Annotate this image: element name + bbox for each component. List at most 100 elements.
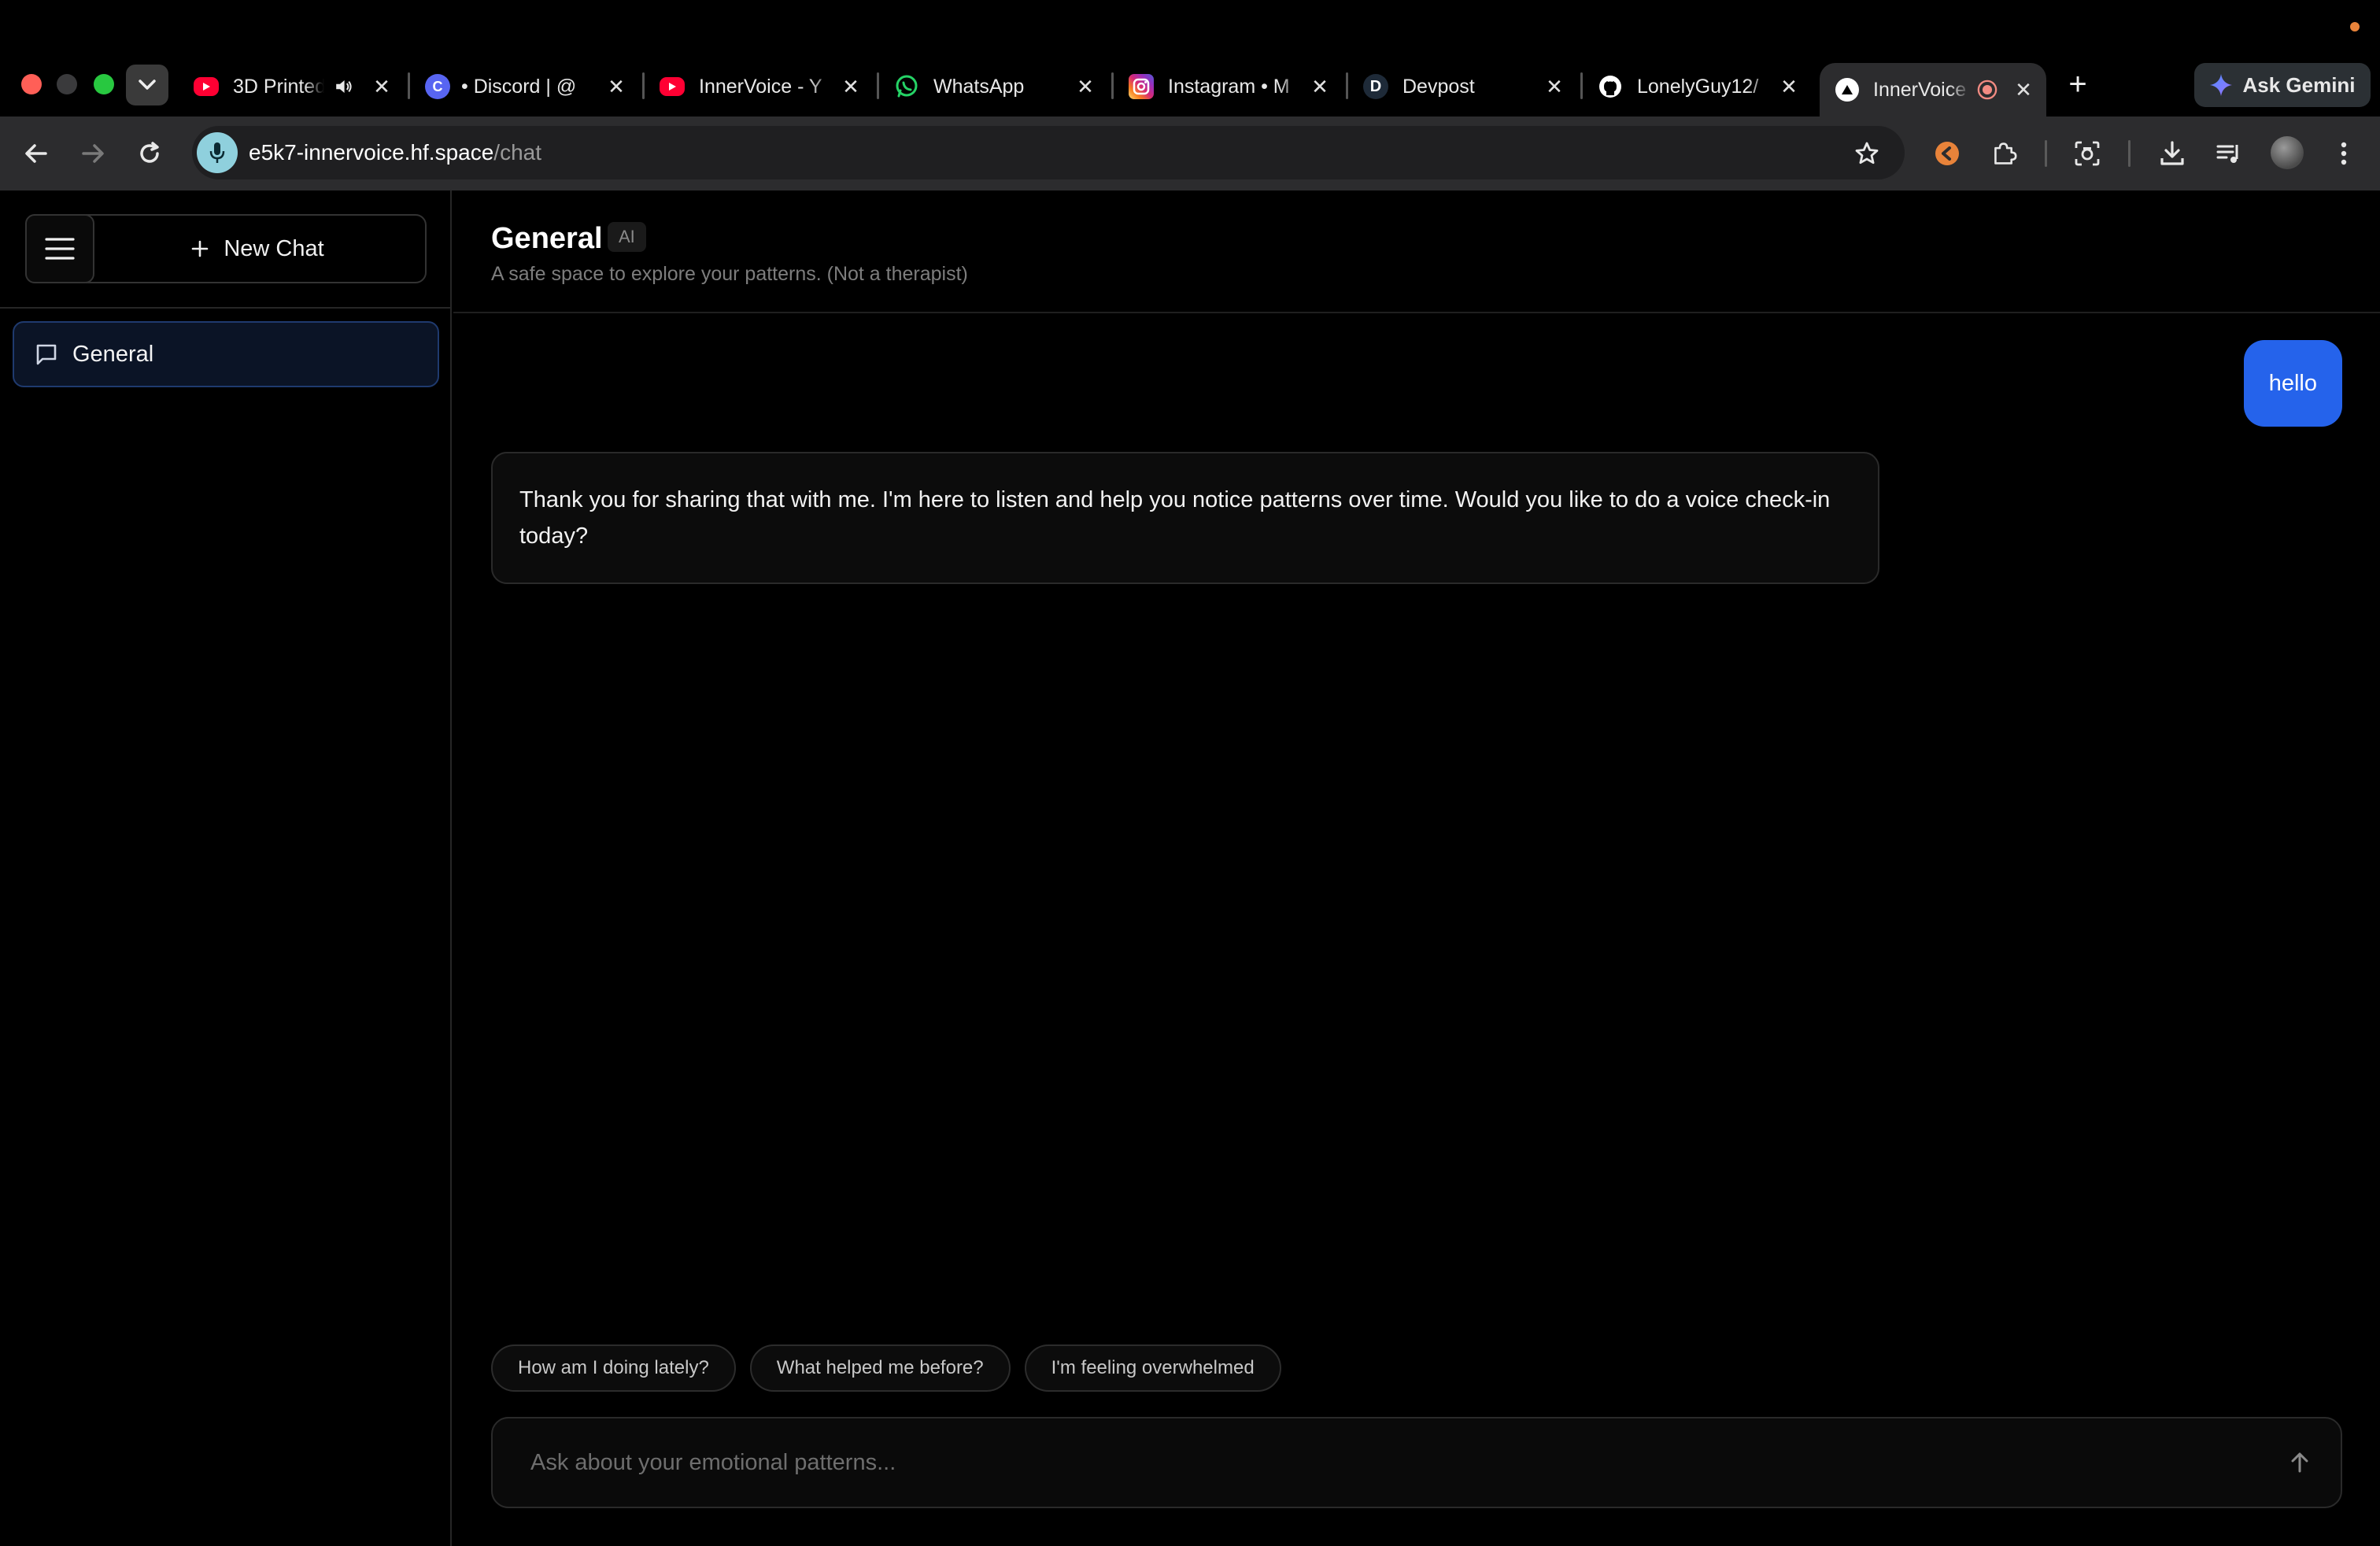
extensions-menu-button[interactable] [1986, 136, 2021, 171]
tab-title: InnerVoice - Y [699, 75, 822, 98]
ask-gemini-label: Ask Gemini [2242, 72, 2356, 97]
user-message: hello [2243, 340, 2342, 427]
hamburger-menu-icon [45, 238, 75, 260]
window-minimize-button[interactable] [57, 74, 77, 94]
tab-title: LonelyGuy12/ [1637, 75, 1759, 98]
url-text[interactable]: e5k7-innervoice.hf.space/chat [249, 140, 541, 165]
browser-tab[interactable]: 3D Printed ✕ [190, 63, 394, 110]
message-input[interactable] [530, 1418, 2262, 1507]
assistant-message: Thank you for sharing that with me. I'm … [491, 452, 1879, 584]
browser-tab[interactable]: LonelyGuy12/ ✕ [1598, 63, 1801, 110]
chat-title: General [491, 222, 603, 255]
tab-title: 3D Printed [233, 75, 324, 98]
new-chat-label: New Chat [224, 235, 324, 261]
chat-main: General AI A safe space to explore your … [453, 190, 2380, 1546]
close-tab-icon[interactable]: ✕ [839, 75, 863, 98]
gemini-sparkle-icon [2210, 74, 2233, 96]
notification-dot [2350, 22, 2360, 31]
browser-tab[interactable]: InnerVoice - Y ✕ [660, 63, 863, 110]
whatsapp-icon [894, 74, 919, 99]
ai-badge: AI [608, 222, 646, 252]
browser-tab-strip: 3D Printed ✕ C • Discord | @ ✕ InnerVoic… [0, 0, 2380, 117]
tab-title: Instagram • M [1168, 75, 1290, 98]
close-tab-icon[interactable]: ✕ [1074, 75, 1097, 98]
media-queue-icon [2216, 145, 2238, 163]
browser-tab[interactable]: WhatsApp ✕ [894, 63, 1097, 110]
tab-separator [408, 72, 410, 99]
speaker-icon[interactable] [334, 75, 353, 98]
more-vertical-icon [2341, 142, 2347, 165]
sidebar: New Chat General [0, 190, 452, 1546]
close-tab-icon[interactable]: ✕ [1543, 75, 1566, 98]
sidebar-chat-general[interactable]: General [13, 321, 439, 387]
toolbar-separator [2045, 140, 2047, 167]
tab-title: WhatsApp [933, 75, 1025, 98]
instagram-icon [1129, 74, 1154, 99]
close-tab-icon[interactable]: ✕ [370, 75, 394, 98]
browser-menu-button[interactable] [2326, 136, 2361, 171]
browser-tab-active[interactable]: InnerVoice ✕ [1820, 63, 2046, 117]
forward-button[interactable] [76, 136, 110, 171]
suggestion-chip[interactable]: What helped me before? [749, 1344, 1011, 1392]
tab-search-button[interactable] [126, 65, 168, 105]
close-tab-icon[interactable]: ✕ [1308, 75, 1332, 98]
plus-icon [192, 240, 209, 257]
suggestion-chip[interactable]: I'm feeling overwhelmed [1024, 1344, 1281, 1392]
site-info-button[interactable] [197, 132, 238, 173]
send-button[interactable] [2282, 1445, 2317, 1480]
star-icon [1855, 142, 1879, 165]
puzzle-icon [1994, 142, 2017, 165]
tab-separator [1111, 72, 1114, 99]
window-maximize-button[interactable] [94, 74, 114, 94]
close-tab-icon[interactable]: ✕ [1777, 75, 1801, 98]
reload-button[interactable] [132, 136, 167, 171]
url-host: e5k7-innervoice.hf.space [249, 140, 494, 165]
tab-separator [1580, 72, 1583, 99]
suggestion-chip[interactable]: How am I doing lately? [491, 1344, 736, 1392]
sidebar-divider [0, 307, 452, 309]
new-tab-button[interactable]: + [2062, 68, 2094, 101]
tab-title: Devpost [1402, 75, 1475, 98]
tab-separator [642, 72, 645, 99]
window-close-button[interactable] [21, 74, 42, 94]
chat-item-label: General [72, 341, 154, 367]
browser-tab[interactable]: C • Discord | @ ✕ [425, 63, 628, 110]
microphone-icon [209, 142, 225, 163]
ask-gemini-button[interactable]: Ask Gemini [2194, 63, 2371, 107]
header-divider [453, 312, 2380, 313]
sidebar-toggle-button[interactable] [25, 214, 94, 283]
profile-avatar[interactable] [2271, 136, 2304, 169]
back-button[interactable] [19, 136, 54, 171]
camera-capture-icon [2075, 141, 2100, 166]
close-tab-icon[interactable]: ✕ [604, 75, 628, 98]
downloads-button[interactable] [2155, 136, 2190, 171]
close-tab-icon[interactable]: ✕ [2012, 78, 2035, 102]
chevron-down-icon [139, 80, 156, 90]
bookmark-button[interactable] [1850, 136, 1884, 171]
chat-bubble-icon [36, 344, 57, 365]
download-icon [2160, 141, 2184, 165]
innervoice-icon [1835, 78, 1859, 102]
youtube-icon [194, 77, 219, 96]
github-icon [1598, 74, 1623, 99]
extension-orange-icon [1935, 142, 1959, 165]
extension-button[interactable] [1930, 136, 1964, 171]
suggestion-chips: How am I doing lately? What helped me be… [491, 1344, 1281, 1392]
browser-tab[interactable]: Instagram • M ✕ [1129, 63, 1332, 110]
arrow-right-icon [82, 144, 104, 163]
discord-icon: C [425, 74, 450, 99]
screenshot-button[interactable] [2070, 136, 2105, 171]
youtube-icon [660, 77, 685, 96]
arrow-up-icon [2291, 1452, 2308, 1473]
tab-separator [1346, 72, 1348, 99]
media-controls-button[interactable] [2212, 136, 2246, 171]
reload-icon [140, 142, 159, 163]
toolbar-separator [2128, 140, 2131, 167]
browser-tab[interactable]: D Devpost ✕ [1363, 63, 1566, 110]
message-composer [491, 1417, 2342, 1508]
devpost-icon: D [1363, 74, 1388, 99]
url-path: /chat [493, 140, 541, 165]
chat-subtitle: A safe space to explore your patterns. (… [491, 263, 968, 285]
tab-separator [877, 72, 879, 99]
tab-title: InnerVoice [1873, 78, 1967, 101]
